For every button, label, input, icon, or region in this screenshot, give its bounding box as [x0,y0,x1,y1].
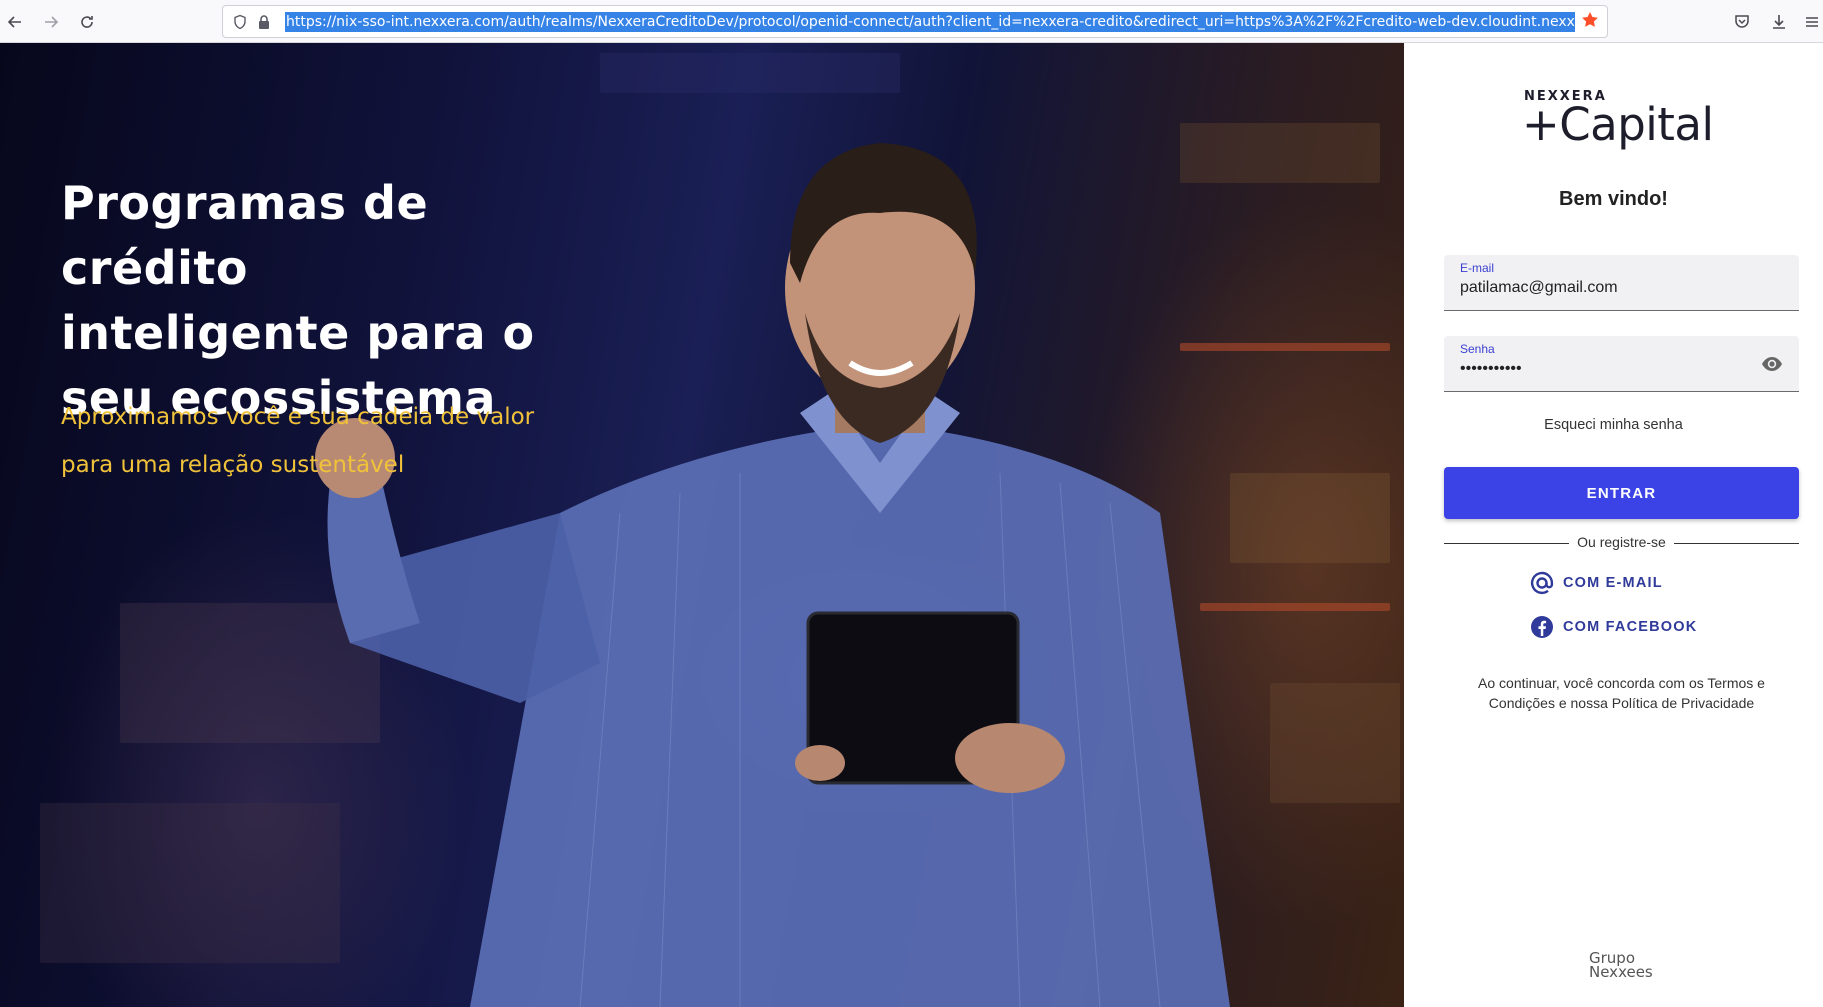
hero-subtitle-line: Aproximamos você e sua cadeia de valor [61,404,535,430]
forgot-password-link[interactable]: Esqueci minha senha [1404,417,1823,433]
email-label: E-mail [1460,261,1495,275]
password-input[interactable] [1460,356,1760,382]
welcome-heading: Bem vindo! [1559,188,1668,210]
email-field[interactable]: E-mail [1444,255,1799,311]
grupo-logo-line: Nexxees [1589,963,1653,981]
login-panel: NEXXERA +Capital Bem vindo! E-mail Senha… [1404,43,1823,1007]
register-facebook-button[interactable]: COM FACEBOOK [1529,613,1697,641]
shield-icon[interactable] [229,11,251,33]
hero-title: Programas de crédito inteligente para o … [61,171,621,431]
hero-title-line: Programas de crédito [61,176,429,295]
star-icon[interactable] [1581,11,1599,34]
register-facebook-label: COM FACEBOOK [1563,619,1698,635]
url-bar[interactable]: https://nix-sso-int.nexxera.com/auth/rea… [222,5,1608,38]
hero-title-line: inteligente para o [61,306,535,360]
divider-line [1674,543,1799,544]
register-divider: Ou registre-se [1444,533,1799,553]
url-text[interactable]: https://nix-sso-int.nexxera.com/auth/rea… [285,12,1575,32]
at-sign-icon [1529,570,1555,596]
register-email-label: COM E-MAIL [1563,575,1663,591]
password-label: Senha [1460,342,1495,356]
brand-capital-logo: +Capital [1522,98,1714,151]
password-field[interactable]: Senha [1444,336,1799,392]
hero-subtitle-line: para uma relação sustentável [61,452,405,478]
download-icon[interactable] [1766,9,1792,35]
menu-icon[interactable] [1799,9,1823,35]
browser-toolbar: https://nix-sso-int.nexxera.com/auth/rea… [0,0,1823,43]
register-email-button[interactable]: COM E-MAIL [1529,569,1663,597]
back-arrow-icon[interactable] [2,9,28,35]
hero-image: Programas de crédito inteligente para o … [0,43,1404,1007]
pocket-icon[interactable] [1729,9,1755,35]
lock-icon[interactable] [253,11,275,33]
terms-text: Ao continuar, você concorda com os Termo… [1478,675,1765,711]
reload-icon[interactable] [74,9,100,35]
login-button[interactable]: ENTRAR [1444,467,1799,519]
divider-text: Ou registre-se [1577,534,1666,550]
eye-icon[interactable] [1761,355,1783,373]
grupo-nexxees-logo: Grupo Nexxees [1589,951,1653,981]
forward-arrow-icon[interactable] [38,9,64,35]
hero-subtitle: Aproximamos você e sua cadeia de valor p… [61,393,581,489]
email-input[interactable] [1460,275,1760,301]
facebook-icon [1529,614,1555,640]
